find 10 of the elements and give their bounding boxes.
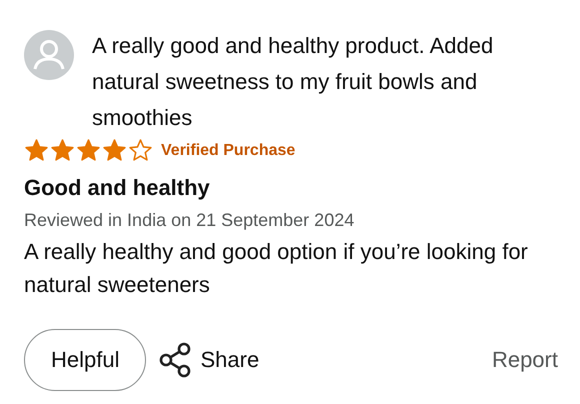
review-summary: A really good and healthy product. Added natural sweetness to my fruit bowls and smoothies xyxy=(92,32,494,132)
share-link[interactable]: Share xyxy=(200,347,260,373)
share-icon[interactable] xyxy=(158,342,192,378)
avatar-icon xyxy=(24,30,74,80)
review-body: A really healthy and good option if you’re looking for natural sweeteners xyxy=(24,238,529,299)
review-title: Good and healthy xyxy=(24,174,211,202)
verified-purchase-label: Verified Purchase xyxy=(161,142,296,160)
review-date: Reviewed in India on 21 September 2024 xyxy=(24,209,356,232)
helpful-button[interactable]: Helpful xyxy=(24,329,146,391)
report-link[interactable]: Report xyxy=(492,347,558,373)
